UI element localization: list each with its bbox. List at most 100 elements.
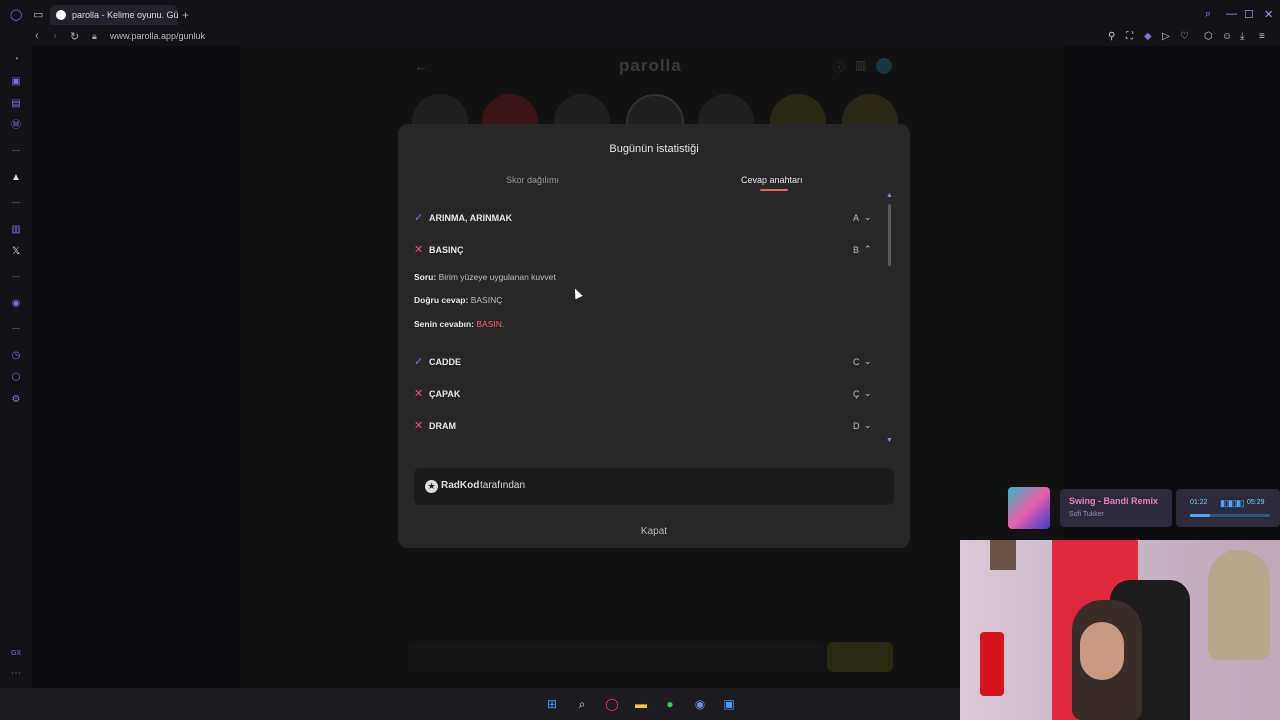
history-icon[interactable]: ◷ [10, 350, 22, 362]
player-icon[interactable]: ◉ [10, 298, 22, 310]
new-tab-button[interactable]: + [182, 8, 189, 22]
discord-icon[interactable]: ◉ [692, 697, 708, 711]
stats-icon[interactable]: ▥ [855, 58, 866, 72]
credit-name[interactable]: RadKod [441, 480, 479, 491]
close-window-icon[interactable]: ✕ [1264, 8, 1273, 21]
scroll-down-icon[interactable]: ▼ [886, 437, 893, 444]
answer-input[interactable] [408, 642, 824, 672]
back-icon[interactable]: ‹ [35, 30, 39, 42]
song-title: Swing - Bandi Remix [1069, 496, 1159, 506]
chevron-down-icon[interactable]: ⌄ [864, 212, 872, 223]
credit-box: ★ RadKod tarafından [414, 468, 894, 505]
list-item[interactable]: ✓ ARINMA, ARINMAK A ⌄ [414, 212, 874, 228]
shield-icon[interactable]: ◆ [1144, 31, 1152, 42]
twitch-icon[interactable]: ▥ [10, 224, 22, 236]
minimize-icon[interactable]: — [1226, 8, 1237, 20]
speed-dial-icon[interactable]: ◔ [10, 54, 22, 66]
cross-icon: ✕ [414, 244, 424, 256]
cross-icon: ✕ [414, 420, 424, 432]
gallery-icon[interactable]: ▤ [10, 98, 22, 110]
now-playing-widget: Swing - Bandi Remix Sofi Tukker 01:22 ▮▯… [1006, 486, 1280, 530]
avatar[interactable] [876, 58, 892, 74]
play-icon[interactable]: ▷ [1162, 31, 1170, 42]
lock-icon: 🔒︎ [92, 31, 97, 41]
check-icon: ✓ [414, 356, 424, 368]
tab-score-distribution[interactable]: Skor dağılımı [506, 175, 559, 185]
profile-icon[interactable]: ☺ [1222, 31, 1232, 42]
your-answer-line: Senin cevabın: BASIN. [414, 319, 504, 329]
chevron-up-icon[interactable]: ⌃ [864, 244, 872, 255]
download-icon[interactable]: ⤓ [1240, 31, 1244, 42]
webcam-overlay [960, 540, 1280, 720]
app-a-icon[interactable]: ▲ [10, 172, 22, 184]
star-icon: ★ [425, 480, 438, 493]
webcam-microphone [980, 632, 1004, 696]
file-explorer-icon[interactable]: ▬ [633, 697, 649, 711]
answer-word: CADDE [429, 357, 462, 367]
stats-modal: Bugünün istatistiği Skor dağılımı Cevap … [398, 124, 910, 548]
forward-icon[interactable]: › [53, 30, 57, 42]
question-value: Birim yüzeye uygulanan kuvvet [438, 272, 556, 282]
answer-word: ARINMA, ARINMAK [429, 213, 513, 223]
scrollbar-thumb[interactable] [888, 204, 891, 266]
remote-desktop-icon[interactable]: ▣ [721, 697, 737, 711]
heart-icon[interactable]: ♡ [1180, 31, 1189, 42]
song-artist: Sofi Tukker [1069, 511, 1105, 518]
info-icon[interactable]: ⓘ [833, 58, 845, 75]
maximize-icon[interactable]: ☐ [1244, 8, 1254, 21]
x-icon[interactable]: 𝕏 [10, 246, 22, 258]
opera-logo-icon[interactable]: ◯ [10, 8, 22, 21]
chevron-down-icon[interactable]: ⌄ [864, 356, 872, 367]
answer-letter: D [853, 421, 860, 431]
progress-fill [1190, 514, 1210, 517]
more-icon[interactable]: ⋯ [10, 668, 22, 680]
menu-icon[interactable]: ≡ [1259, 31, 1265, 42]
answer-letter: B [853, 245, 860, 255]
total-time: 05:29 [1247, 499, 1265, 506]
tab-answer-key[interactable]: Cevap anahtarı [741, 175, 803, 185]
chevron-down-icon[interactable]: ⌄ [864, 388, 872, 399]
chevron-down-icon[interactable]: ⌄ [864, 420, 872, 431]
cross-icon: ✕ [414, 388, 424, 400]
extensions-icon[interactable]: ⬡ [1204, 31, 1213, 42]
spotify-icon[interactable]: ● [662, 697, 678, 711]
search-taskbar-icon[interactable]: ⌕ [574, 697, 590, 711]
waveform-icon: ▮▯▮▯▮▯ [1220, 498, 1245, 508]
correct-label: Doğru cevap: [414, 295, 469, 305]
scrollbar[interactable]: ▲ ▼ [886, 192, 893, 444]
correct-value: BASINÇ [470, 295, 503, 305]
settings-icon[interactable]: ⚙ [10, 394, 22, 406]
webcam-alien-figure [1208, 550, 1270, 660]
scroll-up-icon[interactable]: ▲ [886, 192, 893, 199]
list-item[interactable]: ✕ DRAM D ⌄ [414, 420, 874, 436]
opera-gx-icon[interactable]: ◯ [604, 697, 620, 711]
sidebar-divider [12, 276, 20, 277]
address-bar: ‹ › ↻ 🔒︎ www.parolla.app/gunluk ⚲ ⛶ ◆ ▷ … [0, 29, 1280, 46]
list-item[interactable]: ✓ CADDE C ⌄ [414, 356, 874, 372]
reload-icon[interactable]: ↻ [70, 30, 79, 43]
tab-title: parolla - Kelime oyunu. Gü [72, 10, 178, 20]
extensions-sidebar-icon[interactable]: ⬡ [10, 372, 22, 384]
url-field[interactable]: www.parolla.app/gunluk [110, 31, 205, 41]
windows-start-icon[interactable]: ⊞ [544, 697, 560, 711]
bag-icon[interactable]: ▣ [10, 76, 22, 88]
answer-letter: Ç [853, 389, 860, 399]
question-label: Soru: [414, 272, 437, 282]
yours-value: BASIN. [476, 319, 505, 329]
song-card: Swing - Bandi Remix Sofi Tukker [1060, 489, 1172, 527]
pin-icon[interactable]: ⚲ [1108, 31, 1115, 42]
gx-label[interactable]: GX [9, 648, 23, 660]
submit-button[interactable] [827, 642, 893, 672]
tab-menu-icon[interactable]: ▭ [33, 8, 43, 21]
answer-letter: C [853, 357, 860, 367]
list-item[interactable]: ✕ ÇAPAK Ç ⌄ [414, 388, 874, 404]
browser-tab[interactable]: parolla - Kelime oyunu. Gü [50, 5, 178, 25]
m-app-icon[interactable]: Ⓜ [10, 120, 22, 132]
snapshot-icon[interactable]: ⛶ [1126, 31, 1133, 42]
close-button[interactable]: Kapat [398, 526, 910, 537]
answer-word: DRAM [429, 421, 456, 431]
list-item[interactable]: ✕ BASINÇ B ⌃ [414, 244, 874, 260]
question-line: Soru: Birim yüzeye uygulanan kuvvet [414, 272, 556, 282]
back-arrow-icon[interactable]: ← [414, 58, 428, 74]
search-icon[interactable]: ⌕ [1205, 8, 1211, 21]
